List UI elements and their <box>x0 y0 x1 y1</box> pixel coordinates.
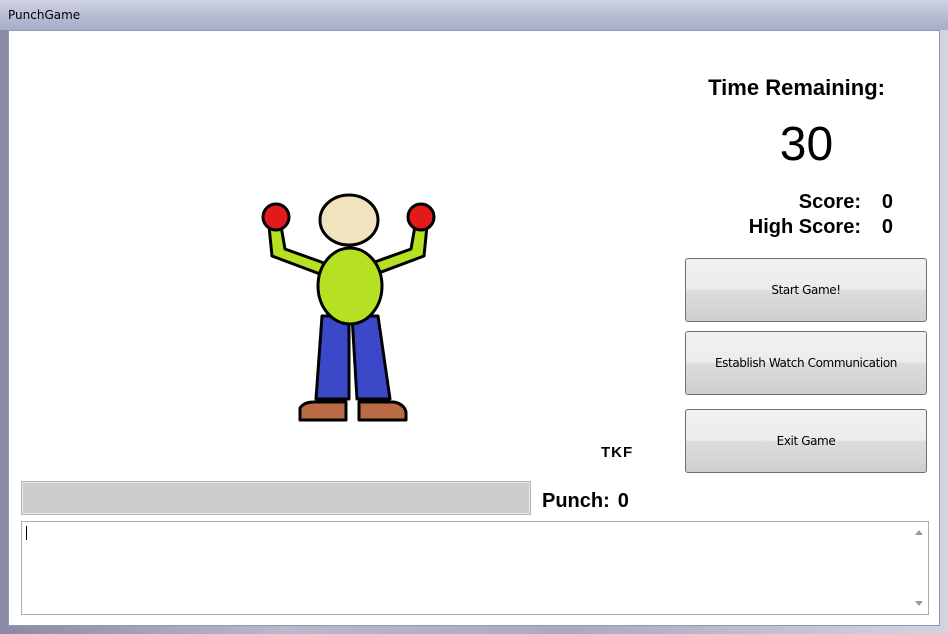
log-textbox[interactable] <box>21 521 929 615</box>
right-glove <box>406 202 436 232</box>
punch-counter: Punch: 0 <box>542 490 629 513</box>
boxer-figure <box>261 193 436 422</box>
vertical-scrollbar[interactable] <box>911 522 928 614</box>
score-value: 0 <box>881 191 893 213</box>
start-game-button[interactable]: Start Game! <box>685 258 927 322</box>
punch-label: Punch: <box>542 490 610 512</box>
left-glove <box>261 202 291 232</box>
head <box>318 193 380 247</box>
right-leg <box>350 314 392 401</box>
high-score-value: 0 <box>881 216 893 238</box>
scroll-up-icon[interactable] <box>915 530 923 535</box>
establish-watch-button[interactable]: Establish Watch Communication <box>685 331 927 395</box>
left-leg <box>314 314 351 401</box>
torso <box>316 246 384 326</box>
high-score-row: High Score: 0 <box>749 216 893 239</box>
scroll-down-icon[interactable] <box>915 601 923 606</box>
text-caret <box>26 526 27 540</box>
right-shoe <box>357 400 408 422</box>
left-arm <box>267 224 326 276</box>
window-title: PunchGame <box>8 8 81 22</box>
exit-game-button[interactable]: Exit Game <box>685 409 927 473</box>
time-remaining-value: 30 <box>779 118 834 171</box>
punch-value: 0 <box>617 490 629 512</box>
title-bar[interactable]: PunchGame <box>0 0 948 30</box>
high-score-label: High Score: <box>748 216 861 238</box>
game-panel: Time Remaining: 30 Score: 0 High Score: … <box>8 30 940 626</box>
app-window: PunchGame Time Remaining: 30 Score: 0 Hi… <box>0 0 948 634</box>
score-label: Score: <box>798 191 861 213</box>
progress-fill <box>23 483 529 513</box>
left-shoe <box>298 400 348 422</box>
score-row: Score: 0 <box>799 191 893 214</box>
right-arm <box>370 224 429 276</box>
time-remaining-label: Time Remaining: <box>708 75 885 100</box>
punch-progress-bar <box>21 481 531 515</box>
tkf-label: TKF <box>601 444 634 461</box>
